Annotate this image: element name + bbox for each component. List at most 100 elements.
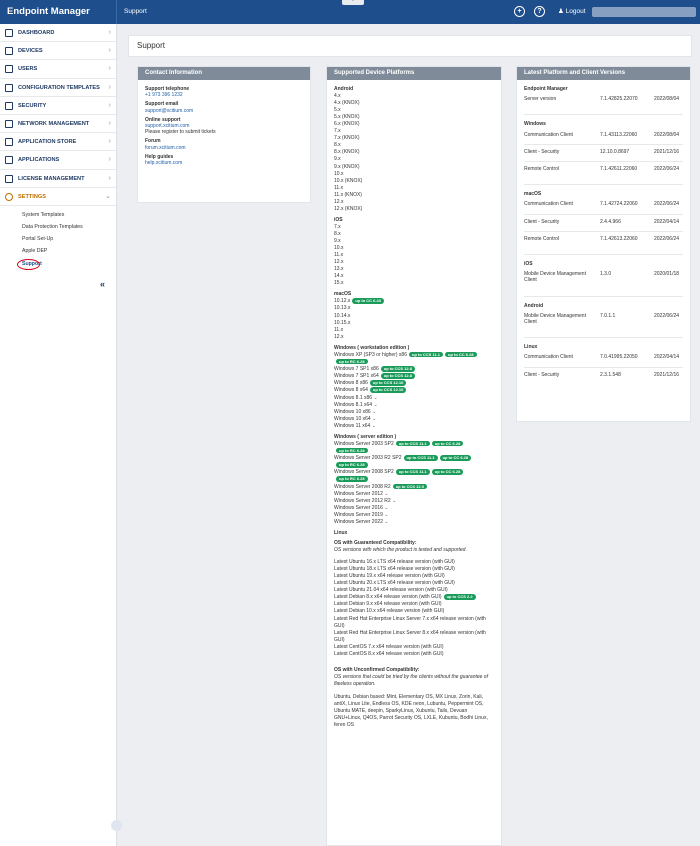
settings-sub-item-data-protection-templates[interactable]: Data Protection Templates — [0, 221, 116, 233]
windows-server-item: Windows Server 2012 R2 ⌄ — [334, 498, 494, 505]
page-title: Support — [128, 35, 692, 57]
chevron-down-icon[interactable]: ⌄ — [371, 416, 376, 422]
component-name: Mobile Device Management Client — [524, 312, 586, 326]
macos-version-name: 11.x — [334, 326, 344, 333]
chevron-down-icon[interactable]: ⌄ — [383, 512, 388, 518]
chevron-right-icon: › — [108, 83, 111, 91]
version-number: 2.4.4.966 — [600, 218, 621, 225]
version-limit-badge: up to CC 6.43 — [352, 298, 384, 304]
windows-workstation-item: Windows XP (SP3 or higher) x86 up to CCS … — [334, 351, 494, 366]
sidebar-item-license-management[interactable]: LICENSE MANAGEMENT › — [0, 170, 116, 188]
macos-version-name: 10.12.x — [334, 298, 351, 305]
version-limit-badge: up to CCS 12.10 — [369, 387, 407, 393]
android-version-item: 5.x — [334, 107, 494, 114]
release-date: 2022/08/04 — [654, 131, 680, 138]
linux-unconfirmed-note: OS versions that could be tried by the c… — [334, 673, 488, 687]
sidebar-item-security[interactable]: SECURITY › — [0, 97, 116, 115]
version-group-endpoint-manager: Endpoint Manager Server version 7.1.42825.… — [524, 86, 683, 108]
release-date: 2022/06/24 — [654, 312, 680, 319]
chevron-down-icon[interactable]: ⌄ — [372, 402, 377, 408]
windows-workstation-item: Windows 7 SP1 x64 up to CCS 12.8 — [334, 373, 494, 380]
chevron-down-icon[interactable]: ⌄ — [391, 498, 396, 504]
release-date: 2022/06/24 — [654, 235, 680, 242]
version-number: 1.3.0 — [600, 271, 612, 278]
windows-workstation-item: Windows 7 SP1 x86 up to CCS 12.8 — [334, 366, 494, 373]
windows-server-name: Windows Server 2022 — [334, 518, 383, 525]
windows-workstation-item: Windows 8.1 x64 ⌄ — [334, 402, 494, 409]
component-name: Mobile Device Management Client — [524, 271, 586, 284]
chevron-down-icon[interactable]: ⌄ — [383, 505, 388, 511]
settings-sub-item-system-templates[interactable]: System Templates — [0, 209, 116, 221]
android-version-item: 6.x (KNOX) — [334, 121, 494, 128]
sidebar-item-settings[interactable]: SETTINGS ⌄ — [0, 188, 116, 206]
sidebar-item-users[interactable]: USERS › — [0, 60, 116, 79]
component-name: Client - Security — [524, 148, 560, 155]
help-icon[interactable]: ? — [534, 6, 545, 17]
app-root: Endpoint Manager Support ⌃ + ? ♟ Logout … — [0, 0, 700, 846]
sidebar-item-dashboard[interactable]: DASHBOARD › — [0, 24, 116, 43]
settings-sub-item-support[interactable]: Support — [0, 258, 116, 270]
component-name: Remote Control — [524, 235, 560, 242]
platforms-card: Supported Device Platforms Android 4.x 4.x… — [326, 66, 502, 846]
sidebar-item-devices[interactable]: DEVICES › — [0, 42, 116, 61]
component-name: Client - Security — [524, 218, 560, 225]
chevron-down-icon[interactable]: ⌄ — [383, 491, 388, 497]
linux-guaranteed-item: Latest Red Hat Enterprise Linux Server 7… — [334, 616, 494, 630]
help-bubble-icon[interactable] — [111, 820, 122, 831]
ios-version-name: 11.x — [334, 252, 344, 259]
version-row: Client - Security 2.4.4.966 2022/04/14 — [524, 215, 683, 232]
logout-button[interactable]: ♟ Logout — [558, 0, 586, 24]
version-limit-badge: up to CCS 12.0 — [392, 483, 427, 490]
chevron-down-icon[interactable]: ⌄ — [371, 409, 376, 415]
email-link[interactable]: support@xcitium.com — [145, 108, 303, 114]
chevron-down-icon[interactable]: ⌄ — [370, 423, 376, 429]
ios-title: iOS — [334, 216, 343, 223]
grid-icon — [5, 29, 13, 37]
license-icon — [5, 174, 13, 183]
release-date: 2021/12/16 — [654, 148, 680, 155]
sidebar-item-application-store[interactable]: APPLICATION STORE › — [0, 133, 116, 152]
telephone-link[interactable]: +1 973 396 1232 — [145, 92, 303, 98]
linux-guaranteed-name: Latest CentOS 7.x x64 release version (w… — [334, 643, 444, 650]
add-icon[interactable]: + — [514, 6, 525, 17]
version-group-macos: macOS Communication Client 7.1.42724.22060… — [524, 184, 683, 248]
sidebar-collapse-button[interactable]: « — [100, 279, 105, 289]
version-limit-badge: up to CCS 12.8 — [380, 366, 415, 372]
help-guides-link[interactable]: help.xcitium.com — [145, 160, 303, 166]
windows-workstation-name: Windows 10 x64 — [334, 415, 371, 422]
windows-server-name: Windows Server 2016 — [334, 504, 383, 511]
settings-sub-item-apple-dep[interactable]: Apple DEP — [0, 245, 116, 257]
forum-link[interactable]: forum.xcitium.com — [145, 145, 303, 151]
macos-version-item: 11.x — [334, 327, 494, 334]
linux-unconfirmed-list: Ubuntu, Debian based: Mint, Elementary O… — [334, 693, 488, 729]
windows-workstation-title: Windows ( workstation edition ) — [334, 344, 410, 351]
windows-server-item: Windows Server 2012 ⌄ — [334, 491, 494, 498]
linux-guaranteed-name: Latest Ubuntu 21.04 x64 release version … — [334, 587, 448, 594]
android-version-name: 11.x — [334, 184, 344, 191]
windows-server-name: Windows Server 2003 SP2 — [334, 440, 394, 447]
ios-version-item: 8.x — [334, 231, 494, 238]
linux-guaranteed-name: Latest Debian 10.x x64 release version (… — [334, 608, 445, 615]
sidebar-item-label: SETTINGS — [18, 193, 46, 200]
header-collapse-tab[interactable]: ⌃ — [342, 0, 364, 5]
windows-server-item: Windows Server 2016 ⌄ — [334, 505, 494, 512]
linux-guaranteed-item: Latest Ubuntu 20.x LTS x64 release versi… — [334, 580, 494, 587]
ios-version-name: 14.x — [334, 273, 344, 280]
chevron-down-icon[interactable]: ⌄ — [372, 395, 377, 401]
app-title[interactable]: Endpoint Manager — [0, 0, 117, 24]
logout-label: Logout — [565, 8, 586, 15]
windows-server-item: Windows Server 2008 R2 up to CCS 12.0 — [334, 483, 494, 491]
windows-server-item: Windows Server 2003 SP2 up to CCS 11.1 up … — [334, 440, 494, 455]
ios-version-item: 11.x — [334, 252, 494, 259]
sidebar-item-configuration-templates[interactable]: CONFIGURATION TEMPLATES › — [0, 79, 116, 97]
android-version-item: 11.x — [334, 185, 494, 192]
settings-sub-item-portal-set-up[interactable]: Portal Set-Up — [0, 233, 116, 245]
windows-server-name: Windows Server 2008 SP2 — [334, 469, 394, 476]
ios-version-name: 10.x — [334, 245, 344, 252]
android-version-name: 7.x — [334, 128, 341, 135]
android-version-item: 9.x — [334, 156, 494, 163]
sidebar-item-network-management[interactable]: NETWORK MANAGEMENT › — [0, 115, 116, 134]
chevron-down-icon[interactable]: ⌄ — [383, 519, 388, 525]
sidebar-item-applications[interactable]: APPLICATIONS › — [0, 151, 116, 170]
user-name-redacted — [592, 7, 696, 17]
